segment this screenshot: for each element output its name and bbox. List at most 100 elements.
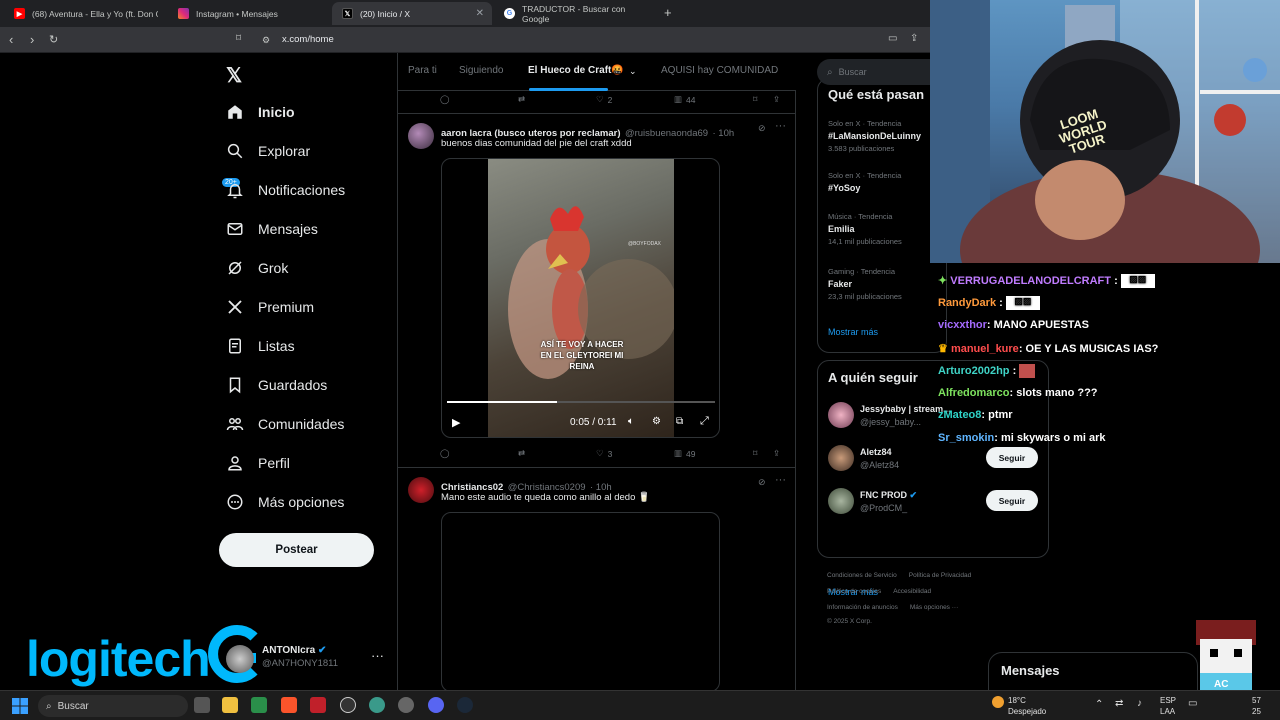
sidebar-item-listas[interactable]: Listas xyxy=(226,337,295,355)
sidebar-item-guardados[interactable]: Guardados xyxy=(226,376,327,394)
microphone-icon[interactable]: ♪ xyxy=(1137,698,1142,709)
messages-drawer[interactable]: Mensajes xyxy=(988,652,1198,692)
app-icon[interactable] xyxy=(310,697,326,713)
retweet-icon[interactable]: ⇄ xyxy=(518,94,525,105)
video-player[interactable]: @BOYFODAX ASÍ TE VOY A HACER EN EL GLEYT… xyxy=(441,158,720,438)
video-progress-bar[interactable] xyxy=(447,401,715,403)
grok-icon[interactable]: ⊘ xyxy=(758,123,766,134)
play-icon[interactable]: ▶ xyxy=(452,416,460,429)
like-button[interactable]: ♡ 2 xyxy=(596,94,612,105)
footer-link[interactable]: Información de anuncios xyxy=(827,604,898,611)
sidebar-item-comunidades[interactable]: Comunidades xyxy=(226,415,344,433)
tweet-author-handle[interactable]: @ruisbuenaonda69 xyxy=(625,128,708,139)
reply-icon[interactable]: ◯ xyxy=(440,94,450,105)
avatar[interactable] xyxy=(226,645,254,673)
trend-item[interactable]: Gaming · Tendencia Faker 23,3 mil public… xyxy=(828,267,902,301)
url-field[interactable]: x.com/home xyxy=(282,34,334,45)
trend-item[interactable]: Solo en X · Tendencia #YoSoy xyxy=(828,171,901,193)
footer-link[interactable]: Más opciones ··· xyxy=(910,604,958,611)
settings-icon[interactable] xyxy=(398,697,414,713)
tab-el-hueco-de-craft[interactable]: El Hueco de Craft🤬 xyxy=(528,65,624,76)
forward-icon[interactable]: › xyxy=(30,32,34,47)
share-icon[interactable]: ⇪ xyxy=(910,33,918,44)
grok-icon[interactable]: ⊘ xyxy=(758,477,766,488)
tab-aquisi-hay-comunidad[interactable]: AQUISI hay COMUNIDAD xyxy=(661,65,778,76)
windows-start-icon[interactable] xyxy=(12,698,28,714)
weather-widget[interactable]: 18°C Despejado xyxy=(1008,695,1046,717)
app-icon[interactable] xyxy=(340,697,356,713)
tab-para-ti[interactable]: Para ti xyxy=(408,65,437,76)
retweet-icon[interactable]: ⇄ xyxy=(518,448,525,459)
file-explorer-icon[interactable] xyxy=(222,697,238,713)
follow-button[interactable]: Seguir xyxy=(986,490,1038,511)
site-info-icon[interactable]: ⚙ xyxy=(262,35,270,46)
share-icon[interactable]: ⇪ xyxy=(773,448,780,459)
avatar[interactable] xyxy=(408,477,434,503)
x-logo-icon[interactable]: 𝕏 xyxy=(226,63,242,88)
sidebar-item-explorar[interactable]: Explorar xyxy=(226,142,310,160)
sidebar-item-notificaciones[interactable]: Notificaciones xyxy=(226,181,345,199)
chevron-down-icon[interactable]: ⌄ xyxy=(629,66,637,77)
store-icon[interactable] xyxy=(251,697,267,713)
sidebar-item-grok[interactable]: Grok xyxy=(226,259,288,277)
tweet-time[interactable]: · 10h xyxy=(713,128,735,139)
search-input[interactable]: ⌕ Buscar xyxy=(817,59,947,85)
bookmark-icon[interactable]: ⌑ xyxy=(753,94,757,105)
brave-icon[interactable] xyxy=(281,697,297,713)
tab-siguiendo[interactable]: Siguiendo xyxy=(459,65,503,76)
views-button[interactable]: ▥ 49 xyxy=(674,448,696,459)
app-icon[interactable] xyxy=(369,697,385,713)
task-view-icon[interactable] xyxy=(194,697,210,713)
show-more-link[interactable]: Mostrar más xyxy=(828,327,878,337)
clock[interactable]: 57 25 xyxy=(1252,695,1261,717)
footer-link[interactable]: Política de Privacidad xyxy=(909,572,972,579)
taskbar-search[interactable]: ⌕ Buscar xyxy=(38,695,188,717)
more-options-icon[interactable]: ··· xyxy=(371,648,384,663)
views-button[interactable]: ▥ 44 xyxy=(674,94,696,105)
pip-icon[interactable]: ⧉ xyxy=(676,416,683,427)
volume-icon[interactable]: 🔈︎ xyxy=(628,416,634,427)
tab-google[interactable]: G TRADUCTOR - Buscar con Google xyxy=(494,2,660,25)
tab-instagram[interactable]: Instagram • Mensajes xyxy=(168,2,332,25)
like-button[interactable]: ♡ 3 xyxy=(596,448,612,459)
footer-link[interactable]: Condiciones de Servicio xyxy=(827,572,897,579)
tab-x-home[interactable]: 𝕏 (20) Inicio / X ✕ xyxy=(332,2,492,25)
reply-icon[interactable]: ◯ xyxy=(440,448,450,459)
sidebar-item-mensajes[interactable]: Mensajes xyxy=(226,220,318,238)
tab-youtube[interactable]: ▶ (68) Aventura - Ella y Yo (ft. Don Oma… xyxy=(4,2,168,25)
sidebar-item-label: Mensajes xyxy=(258,221,318,237)
new-tab-button[interactable]: + xyxy=(664,5,672,20)
close-icon[interactable]: ✕ xyxy=(476,8,484,19)
trend-item[interactable]: Música · Tendencia Emilia 14,1 mil publi… xyxy=(828,212,902,246)
chevron-up-icon[interactable]: ⌃ xyxy=(1095,699,1103,710)
fullscreen-icon[interactable]: ⤢ xyxy=(700,415,709,428)
bookmark-icon[interactable]: ⌑ xyxy=(753,448,757,459)
footer-link[interactable]: Política de cookies xyxy=(827,588,881,595)
reload-icon[interactable]: ↻ xyxy=(49,33,58,46)
trend-item[interactable]: Solo en X · Tendencia #LaMansionDeLuinny… xyxy=(828,119,921,153)
sidebar-item-mas-opciones[interactable]: Más opciones xyxy=(226,493,344,511)
verified-icon: ✔ xyxy=(317,645,327,656)
language-indicator[interactable]: ESP LAA xyxy=(1160,695,1176,717)
cast-icon[interactable]: ▭ xyxy=(888,33,897,44)
footer-link[interactable]: Accesibilidad xyxy=(893,588,931,595)
follow-suggestion[interactable]: FNC PROD ✔ @ProdCM_ Seguir xyxy=(828,488,1043,520)
avatar[interactable] xyxy=(408,123,434,149)
more-options-icon[interactable]: ··· xyxy=(775,474,786,486)
post-button[interactable]: Postear xyxy=(219,533,374,567)
more-options-icon[interactable]: ··· xyxy=(775,120,786,132)
bookmark-icon[interactable]: ⌑ xyxy=(236,33,241,44)
share-icon[interactable]: ⇪ xyxy=(773,94,780,105)
sidebar-item-inicio[interactable]: Inicio xyxy=(226,103,295,121)
discord-icon[interactable] xyxy=(428,697,444,713)
back-icon[interactable]: ‹ xyxy=(9,32,13,47)
media-container[interactable] xyxy=(441,512,720,692)
steam-icon[interactable] xyxy=(457,697,473,713)
sidebar-item-premium[interactable]: Premium xyxy=(226,298,314,316)
chat-text: : mi skywars o mi ark xyxy=(994,432,1106,444)
tray-icon[interactable]: ⇄ xyxy=(1115,698,1123,709)
sidebar-item-perfil[interactable]: Perfil xyxy=(226,454,290,472)
settings-icon[interactable]: ⚙ xyxy=(652,416,661,427)
monitor-icon[interactable]: ▭ xyxy=(1188,698,1197,709)
account-switcher[interactable]: ANTONIcra ✔ @AN7HONY1811 xyxy=(262,645,338,669)
